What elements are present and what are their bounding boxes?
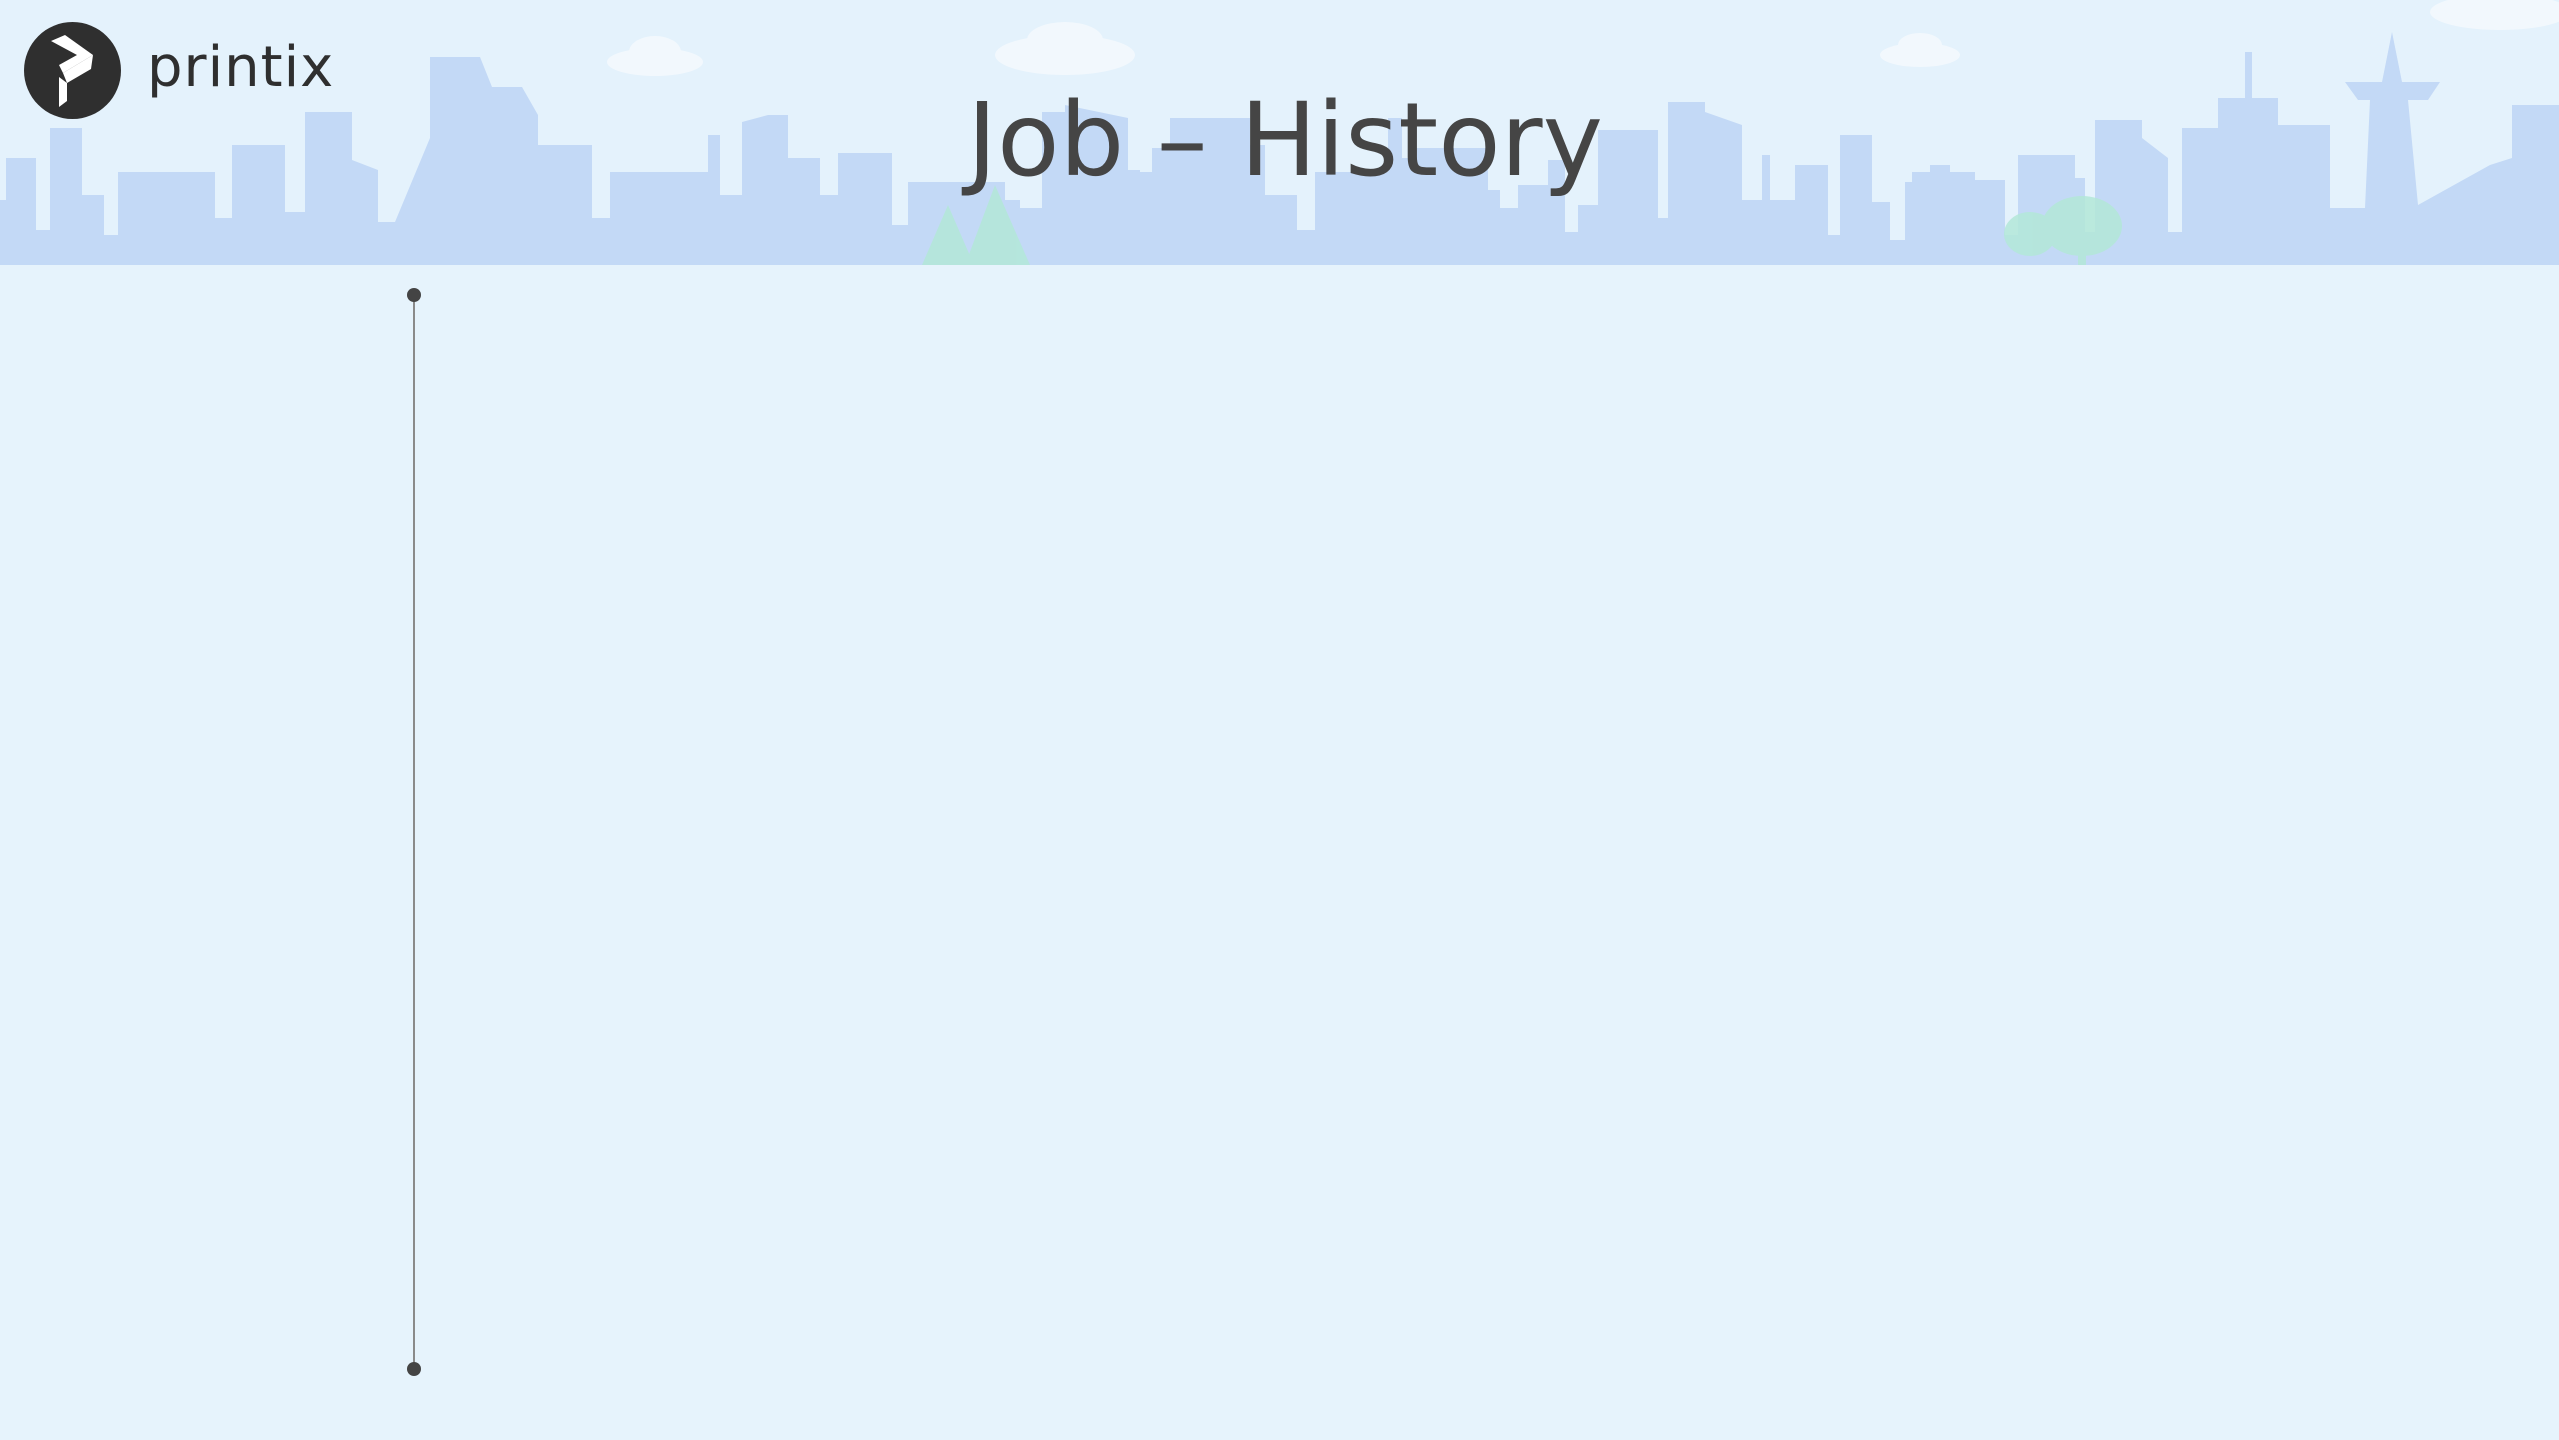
page-title: Job – History	[967, 81, 1603, 200]
timeline-start-dot	[407, 288, 421, 302]
slide-page: printix Job – History	[0, 0, 2559, 1440]
timeline-line	[413, 294, 415, 1370]
clouds	[607, 0, 2559, 76]
timeline	[406, 288, 422, 1378]
timeline-end-dot	[407, 1362, 421, 1376]
